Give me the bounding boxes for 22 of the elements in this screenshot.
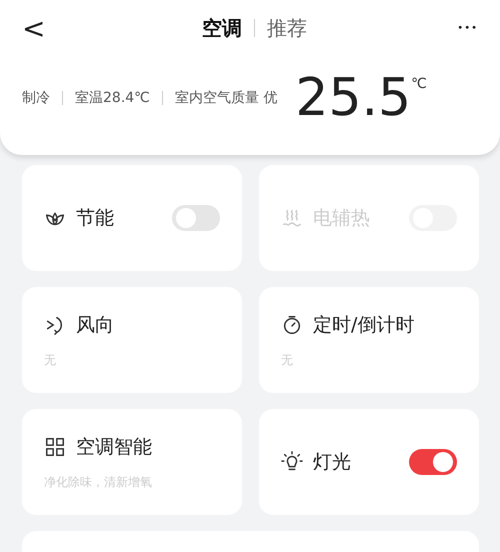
light-bulb-icon bbox=[281, 451, 303, 473]
temperature-unit: ℃ bbox=[411, 76, 427, 92]
timer-icon bbox=[281, 314, 303, 336]
card-label: 定时/倒计时 bbox=[313, 312, 416, 338]
card-label: 空调智能 bbox=[76, 434, 153, 460]
control-card[interactable]: 节能 bbox=[22, 165, 242, 271]
card-label: 风向 bbox=[76, 312, 115, 338]
more-button[interactable]: ••• bbox=[457, 22, 478, 34]
toggle-switch[interactable] bbox=[409, 449, 457, 475]
status-text: 制冷 bbox=[22, 89, 50, 107]
tab[interactable]: 推荐 bbox=[267, 14, 308, 42]
card-label: 灯光 bbox=[313, 450, 352, 475]
heat-waves-icon bbox=[281, 207, 303, 229]
back-button[interactable]: < bbox=[22, 12, 52, 44]
grid-icon bbox=[44, 436, 66, 458]
temperature-value: 25.5 bbox=[295, 72, 412, 124]
card-label: 节能 bbox=[76, 206, 115, 231]
control-card[interactable]: 灯光 bbox=[259, 409, 479, 515]
status-text: 室温28.4℃ bbox=[75, 89, 150, 107]
toggle-switch[interactable] bbox=[172, 205, 220, 231]
tab[interactable]: 空调 bbox=[202, 14, 242, 42]
status-text: 室内空气质量 优 bbox=[174, 89, 278, 107]
